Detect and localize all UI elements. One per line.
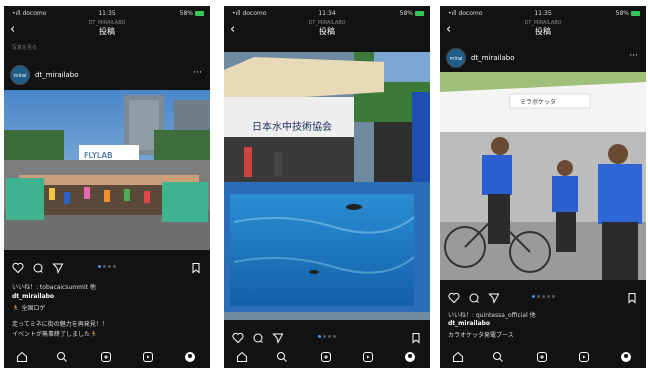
share-icon[interactable] xyxy=(52,262,64,274)
search-icon[interactable] xyxy=(56,351,68,363)
battery-indicator: 58% xyxy=(180,10,204,17)
caption-line-1: カラオケッタ発電ブース xyxy=(448,332,514,339)
caption-line-2: 走ってミネに街の魅力を再発見！！ xyxy=(12,321,108,328)
comment-icon[interactable] xyxy=(32,262,44,274)
reels-icon[interactable] xyxy=(362,351,374,363)
home-icon[interactable] xyxy=(16,351,28,363)
reels-icon[interactable] xyxy=(142,351,154,363)
post-photo[interactable]: ミラボケッタ xyxy=(440,72,646,280)
more-options-icon[interactable]: ··· xyxy=(193,68,202,78)
page-title: 投稿 xyxy=(319,27,335,36)
battery-icon xyxy=(415,11,424,16)
add-icon[interactable] xyxy=(100,351,112,363)
back-icon[interactable]: ‹ xyxy=(230,23,235,36)
back-icon[interactable]: ‹ xyxy=(446,23,451,36)
bookmark-icon[interactable] xyxy=(190,262,202,274)
home-icon[interactable] xyxy=(236,351,248,363)
add-icon[interactable] xyxy=(320,351,332,363)
battery-icon xyxy=(631,11,640,16)
battery-indicator: 58% xyxy=(616,10,640,17)
comment-icon[interactable] xyxy=(468,292,480,304)
banner-text: ミラボケッタ xyxy=(520,98,556,106)
pool-photo-image: 日本水中技術協会 xyxy=(224,52,430,320)
post-actions xyxy=(440,292,646,306)
caption-user[interactable]: dt_mirailabo xyxy=(448,320,490,327)
search-icon[interactable] xyxy=(276,351,288,363)
add-icon[interactable] xyxy=(536,351,548,363)
heart-icon[interactable] xyxy=(12,262,24,274)
comment-icon[interactable] xyxy=(252,332,264,344)
post-photo[interactable]: FLYLAB xyxy=(4,90,210,250)
avatar[interactable]: mirai labo xyxy=(10,65,30,99)
page-title: 投稿 xyxy=(535,27,551,36)
svg-text:FLYLAB: FLYLAB xyxy=(84,151,112,160)
bottom-nav xyxy=(4,346,210,368)
bottom-nav xyxy=(224,346,430,368)
home-icon[interactable] xyxy=(452,351,464,363)
karaoke-bike-photo-image: ミラボケッタ xyxy=(440,72,646,280)
phone-screen-3: •ıll docomo 11:35 58% DT_MIRAILABO 投稿 ‹ … xyxy=(440,6,646,368)
profile-icon[interactable] xyxy=(620,351,632,363)
caption-line-3: イベントが無事終了しました🏃 xyxy=(12,331,98,338)
tiny-label: 写真を見る xyxy=(12,45,38,51)
status-bar: •ıll docomo 11:34 58% xyxy=(224,6,430,20)
bottom-nav xyxy=(440,346,646,368)
avatar[interactable]: mirai labo xyxy=(446,48,466,82)
status-bar: •ıll docomo 11:35 58% xyxy=(440,6,646,20)
profile-icon[interactable] xyxy=(184,351,196,363)
post-actions xyxy=(224,332,430,346)
phone-screen-1: •ıll docomo 11:35 58% DT_MIRAILABO 投稿 ‹ … xyxy=(4,6,210,368)
more-options-icon[interactable]: ··· xyxy=(629,51,638,61)
likes-text[interactable]: いいね！: quintessa_official 他 xyxy=(448,310,536,319)
caption-line-1: 🏃 全国ロゲ xyxy=(12,305,46,312)
bookmark-icon[interactable] xyxy=(410,332,422,344)
post-actions xyxy=(4,262,210,276)
share-icon[interactable] xyxy=(488,292,500,304)
username[interactable]: dt_mirailabo xyxy=(35,71,79,79)
post-header: mirai labo dt_mirailabo ··· xyxy=(440,48,646,82)
group-photo-image: FLYLAB xyxy=(4,90,210,250)
back-icon[interactable]: ‹ xyxy=(10,23,15,36)
status-bar: •ıll docomo 11:35 58% xyxy=(4,6,210,20)
battery-icon xyxy=(195,11,204,16)
post-header: mirai labo dt_mirailabo ··· xyxy=(4,65,210,99)
page-title: 投稿 xyxy=(99,27,115,36)
heart-icon[interactable] xyxy=(232,332,244,344)
share-icon[interactable] xyxy=(272,332,284,344)
reels-icon[interactable] xyxy=(578,351,590,363)
caption-user[interactable]: dt_mirailabo xyxy=(12,293,54,300)
profile-icon[interactable] xyxy=(404,351,416,363)
sign-text: 日本水中技術協会 xyxy=(252,120,332,133)
post-photo[interactable]: 日本水中技術協会 xyxy=(224,52,430,320)
search-icon[interactable] xyxy=(492,351,504,363)
username[interactable]: dt_mirailabo xyxy=(471,54,515,62)
battery-indicator: 58% xyxy=(400,10,424,17)
phone-screen-2: •ıll docomo 11:34 58% DT_MIRAILABO 投稿 ‹ … xyxy=(224,6,430,368)
likes-text[interactable]: いいね！: tobacaicsummit 他 xyxy=(12,282,96,291)
heart-icon[interactable] xyxy=(448,292,460,304)
bookmark-icon[interactable] xyxy=(626,292,638,304)
